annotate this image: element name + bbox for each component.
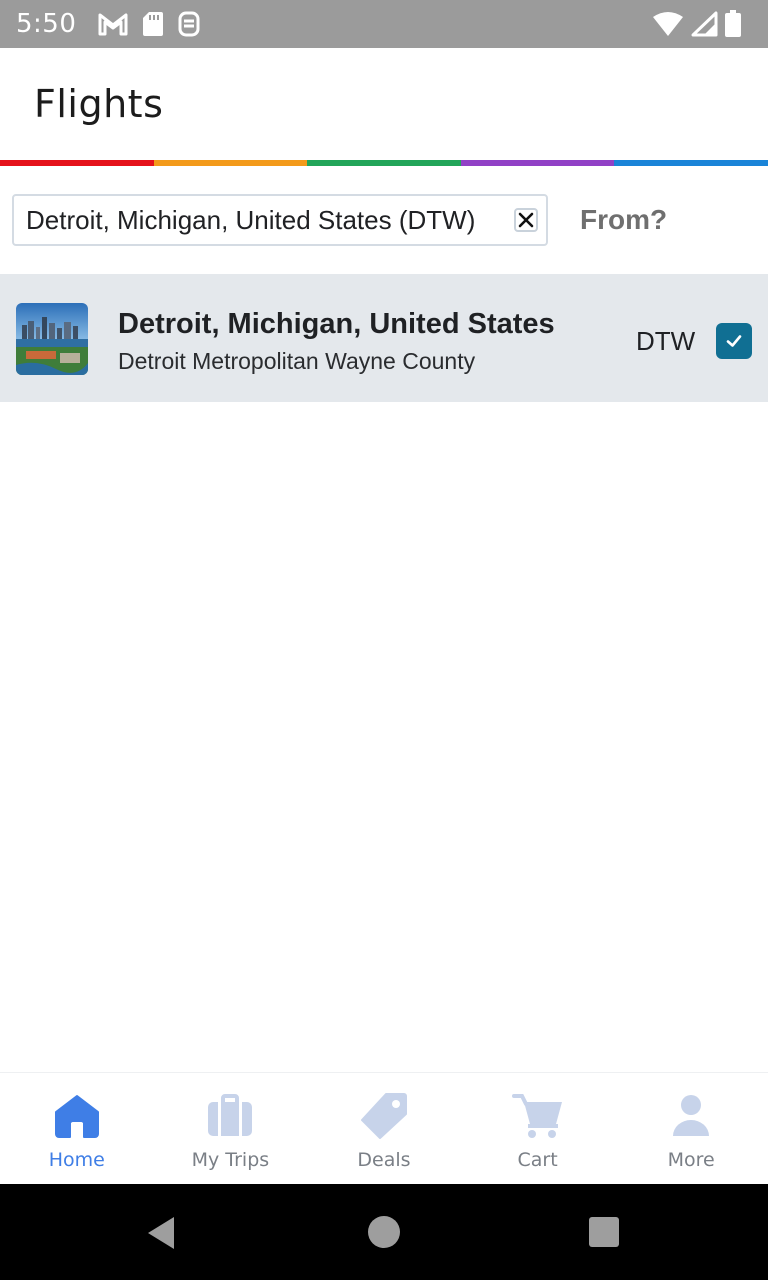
- status-time: 5:50: [16, 9, 77, 39]
- search-row: Detroit, Michigan, United States (DTW) F…: [0, 166, 768, 274]
- selected-checkbox[interactable]: [716, 323, 752, 359]
- screen: 5:50 Flights Detroit, Michigan, United S…: [0, 0, 768, 1280]
- tag-icon: [360, 1091, 408, 1141]
- system-nav-bar: [0, 1184, 768, 1280]
- back-icon[interactable]: [146, 1216, 176, 1255]
- battery-icon: [724, 10, 742, 38]
- search-input-value[interactable]: Detroit, Michigan, United States (DTW): [26, 205, 475, 236]
- close-icon: [518, 212, 534, 228]
- sd-card-icon: [142, 11, 164, 37]
- status-bar: 5:50: [0, 0, 768, 48]
- page-title: Flights: [34, 82, 164, 126]
- nav-my-trips[interactable]: My Trips: [154, 1073, 308, 1184]
- cart-icon: [511, 1091, 564, 1141]
- nav-home[interactable]: Home: [0, 1073, 154, 1184]
- nav-label-more: More: [667, 1149, 715, 1171]
- result-subtitle: Detroit Metropolitan Wayne County: [118, 348, 476, 374]
- recent-apps-icon[interactable]: [589, 1217, 619, 1247]
- app-header: Flights: [0, 48, 768, 160]
- status-left-icons: [98, 11, 200, 37]
- airport-code: DTW: [636, 326, 696, 356]
- cell-signal-icon: [690, 11, 718, 37]
- app-notification-icon: [178, 11, 200, 37]
- status-right-icons: [652, 10, 752, 38]
- city-skyline-image: [16, 303, 88, 375]
- suitcase-icon: [207, 1091, 253, 1141]
- nav-label-my-trips: My Trips: [191, 1149, 270, 1171]
- home-circle-icon[interactable]: [368, 1216, 400, 1248]
- nav-label-cart: Cart: [517, 1149, 558, 1171]
- origin-search-input[interactable]: Detroit, Michigan, United States (DTW): [12, 194, 548, 246]
- nav-cart[interactable]: Cart: [461, 1073, 615, 1184]
- bottom-nav: Home My Trips Deals Cart More: [0, 1072, 768, 1184]
- nav-label-home: Home: [48, 1149, 105, 1171]
- nav-label-deals: Deals: [357, 1149, 411, 1171]
- checkmark-icon: [726, 335, 742, 347]
- clear-search-button[interactable]: [514, 208, 538, 232]
- from-label: From?: [580, 204, 668, 235]
- airport-result-item[interactable]: Detroit, Michigan, United States Detroit…: [0, 274, 768, 402]
- result-title: Detroit, Michigan, United States: [118, 308, 555, 340]
- person-icon: [671, 1091, 711, 1141]
- nav-deals[interactable]: Deals: [307, 1073, 461, 1184]
- wifi-icon: [652, 11, 684, 37]
- home-icon: [54, 1091, 100, 1141]
- gmail-icon: [98, 12, 128, 36]
- nav-more[interactable]: More: [614, 1073, 768, 1184]
